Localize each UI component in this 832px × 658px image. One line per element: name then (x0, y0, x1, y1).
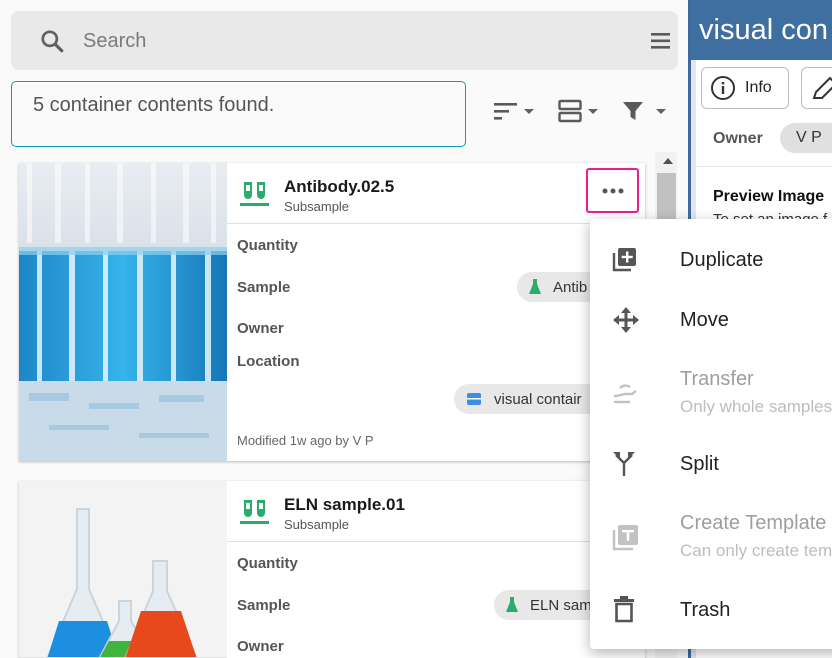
sample-chip-label: Antib (553, 278, 588, 296)
menu-item-hint: Only whole samples (680, 397, 832, 416)
menu-item-label: Transfer (680, 368, 754, 390)
menu-item-label: Trash (680, 599, 731, 621)
card-divider (227, 223, 645, 224)
result-card[interactable]: ELN sample.01 Subsample Quantity Sample … (19, 481, 645, 658)
container-box-icon (467, 393, 481, 405)
results-count-box: 5 container contents found. (11, 81, 466, 147)
sample-label: Sample (237, 279, 291, 296)
info-icon (711, 76, 735, 100)
pencil-icon (812, 76, 832, 99)
owner-label: Owner (237, 638, 284, 655)
menu-item-move[interactable]: Move (590, 301, 832, 341)
chevron-down-icon (588, 108, 598, 114)
card-type: Subsample (284, 517, 350, 532)
edit-button[interactable] (801, 67, 832, 109)
info-button-label: Info (745, 79, 772, 96)
owner-field-label: Owner (713, 130, 763, 147)
menu-item-label: Move (680, 309, 729, 331)
filter-icon (623, 102, 643, 120)
info-button[interactable]: Info (701, 67, 789, 109)
template-icon (612, 525, 638, 551)
card-title[interactable]: Antibody.02.5 (284, 177, 394, 197)
duplicate-icon (612, 248, 636, 272)
actions-menu: Duplicate Move Transfer Only whole sampl… (590, 219, 832, 649)
sample-label: Sample (237, 597, 291, 614)
location-label: Location (237, 353, 300, 370)
menu-item-trash[interactable]: Trash (590, 591, 832, 631)
menu-item-duplicate[interactable]: Duplicate (590, 241, 832, 281)
menu-item-create-template[interactable]: Create Template Can only create tem (590, 507, 832, 563)
sample-chip[interactable]: Antib (517, 272, 602, 302)
menu-item-label: Duplicate (680, 249, 764, 271)
results-count-text: 5 container contents found. (33, 94, 275, 116)
more-horizontal-icon (602, 188, 623, 193)
sort-icon (494, 103, 517, 120)
filter-button[interactable] (622, 96, 666, 126)
more-actions-button[interactable] (586, 168, 639, 213)
view-toggle-button[interactable] (558, 96, 598, 126)
trash-icon (614, 596, 634, 623)
modified-info: Modified 1w ago by V P (237, 433, 374, 448)
flask-icon (529, 279, 541, 294)
quantity-label: Quantity (237, 237, 298, 254)
details-divider (693, 166, 832, 167)
chevron-down-icon (524, 108, 534, 114)
card-preview-image (19, 481, 227, 658)
preview-image-label: Preview Image (713, 188, 825, 205)
details-header: visual con (691, 0, 832, 60)
card-type: Subsample (284, 199, 350, 214)
view-list-icon (558, 99, 582, 123)
quantity-label: Quantity (237, 555, 298, 572)
subsample-icon (240, 181, 270, 212)
menu-item-hint: Can only create tem (680, 541, 832, 560)
card-preview-image (19, 163, 227, 461)
owner-label: Owner (237, 320, 284, 337)
menu-item-label: Split (680, 453, 719, 475)
split-icon (613, 452, 635, 476)
scroll-up-arrow-icon[interactable] (663, 158, 673, 164)
result-card[interactable]: Antibody.02.5 Subsample Quantity Sample … (19, 163, 645, 461)
subsample-icon (240, 499, 270, 530)
flask-icon (506, 597, 518, 612)
search-input[interactable]: Search (83, 30, 146, 53)
chevron-down-icon (656, 108, 666, 114)
sample-chip[interactable]: ELN sam (494, 590, 606, 620)
location-chip-label: visual contair (494, 390, 582, 408)
menu-item-label: Create Template (680, 512, 827, 534)
menu-item-split[interactable]: Split (590, 445, 832, 485)
move-arrows-icon (613, 307, 639, 333)
search-results-pane: Search 5 container contents found. Antib… (0, 0, 688, 658)
sample-chip-label: ELN sam (530, 596, 592, 614)
card-divider (227, 541, 645, 542)
details-title: visual con (699, 14, 828, 46)
owner-chip[interactable]: V P (780, 123, 832, 153)
menu-item-transfer[interactable]: Transfer Only whole samples (590, 361, 832, 417)
card-title[interactable]: ELN sample.01 (284, 495, 405, 515)
owner-chip-label: V P (796, 129, 822, 146)
search-bar[interactable]: Search (11, 11, 678, 70)
transfer-hand-icon (613, 384, 637, 404)
sort-button[interactable] (494, 96, 534, 126)
